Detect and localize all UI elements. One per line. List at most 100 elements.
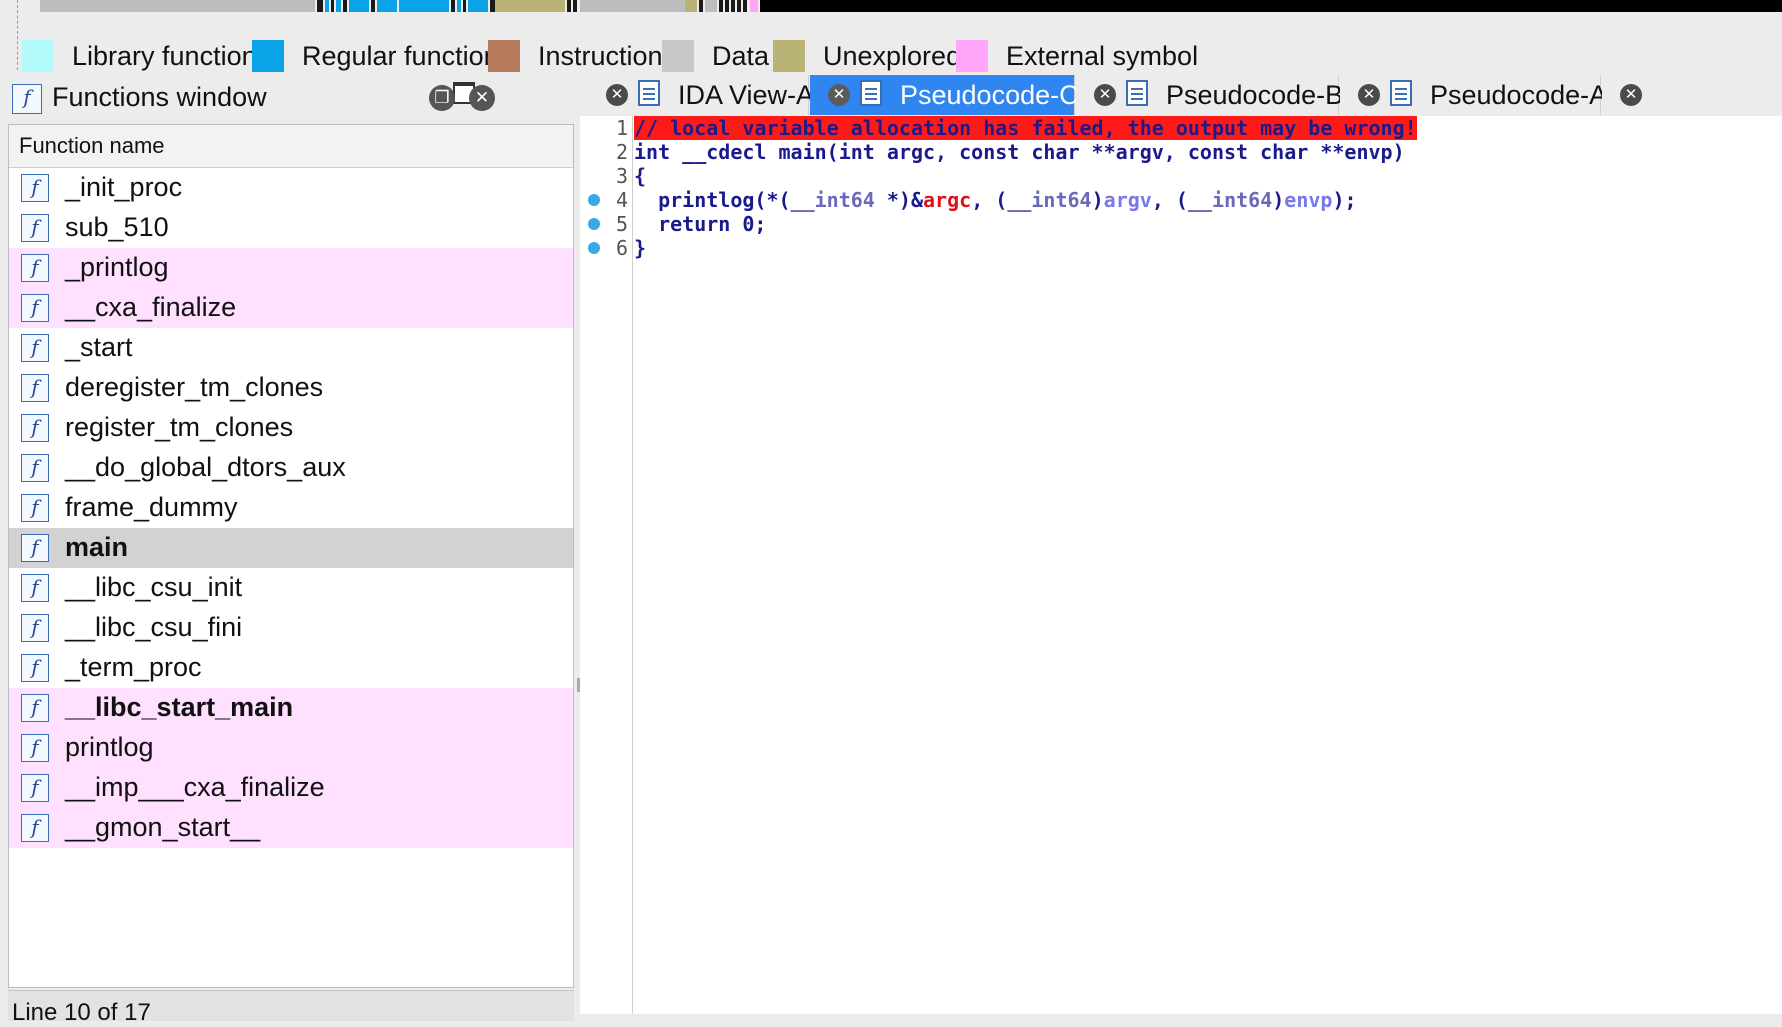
function-row[interactable]: f deregister_tm_clones [9,368,573,408]
function-name: printlog [65,732,154,762]
function-row[interactable]: f _printlog [9,248,573,288]
tab-pseudocode-a[interactable]: ✕ Pseudocode-A [1340,75,1607,115]
function-row[interactable]: f __libc_csu_init [9,568,573,608]
function-icon: f [21,614,49,642]
code-text: int __cdecl main(int argc, const char **… [634,140,1405,164]
legend-swatch [22,40,54,72]
function-name: __imp___cxa_finalize [65,772,325,802]
function-icon: f [21,574,49,602]
function-name: frame_dummy [65,492,238,522]
function-row[interactable]: f __cxa_finalize [9,288,573,328]
status-bar: Line 10 of 17 [8,990,574,1026]
close-tab-icon[interactable]: ✕ [1358,84,1380,106]
navigation-band-segment [725,0,729,12]
tab-pseudocode-b[interactable]: ✕ Pseudocode-B [1076,75,1343,115]
function-row[interactable]: f __libc_csu_fini [9,608,573,648]
navigation-band-segment [331,0,334,12]
legend-swatch [488,40,520,72]
navigation-band-segment [580,0,685,12]
navigation-band-track[interactable] [40,0,1782,12]
document-icon [638,80,660,106]
navigation-band-segment [760,0,1782,12]
line-number: 1 [615,116,628,140]
code-text: { [634,164,647,188]
column-header-function-name[interactable]: Function name [9,125,573,168]
function-name: __cxa_finalize [65,292,237,322]
close-tab-icon[interactable]: ✕ [1094,84,1116,106]
function-name: main [65,532,129,562]
line-number: 4 [615,188,628,212]
tab-label: IDA View-A [678,80,815,110]
legend-item: Library function [22,40,257,72]
legend-item: Instruction [488,40,663,72]
navigation-band-segment [349,0,369,12]
legend-label: Library function [72,40,257,71]
function-row[interactable]: f sub_510 [9,208,573,248]
functions-window-titlebar: f Functions window ❐ ✕ [8,78,574,120]
function-row[interactable]: f _start [9,328,573,368]
breakpoint-marker-icon[interactable] [588,242,600,254]
functions-table[interactable]: Function name f _init_proc f sub_510 f _print… [8,124,574,988]
tab-label: Pseudocode-A [1430,80,1608,110]
function-row[interactable]: f __do_global_dtors_aux [9,448,573,488]
function-name: _start [65,332,133,362]
function-row[interactable]: f __imp___cxa_finalize [9,768,573,808]
function-name: __libc_start_main [65,692,294,722]
code-line[interactable]: 3{ [580,164,1782,188]
tab-ida view-a[interactable]: ✕ IDA View-A [588,75,814,115]
function-row[interactable]: f _term_proc [9,648,573,688]
navigation-band-segment [573,0,577,12]
function-icon: f [21,814,49,842]
code-text: return 0; [634,212,767,236]
breakpoint-marker-icon[interactable] [588,218,600,230]
navigation-band-segment [371,0,375,12]
function-icon: f [21,174,49,202]
close-tab-icon[interactable]: ✕ [828,84,850,106]
code-line[interactable]: 6} [580,236,1782,260]
tab-overflow[interactable]: ✕ [1602,75,1782,115]
breakpoint-marker-icon[interactable] [588,194,600,206]
navigation-band[interactable] [0,0,1782,70]
line-number: 5 [615,212,628,236]
function-row[interactable]: f frame_dummy [9,488,573,528]
code-text: } [634,236,647,260]
restore-button[interactable]: ❐ [429,85,455,111]
navigation-band-segment [325,0,329,12]
pseudocode-view[interactable]: 1// local variable allocation has failed… [580,116,1782,1014]
navigation-band-segment [685,0,697,12]
function-row[interactable]: f __libc_start_main [9,688,573,728]
code-text: // local variable allocation has failed,… [634,116,1417,140]
function-name: sub_510 [65,212,169,242]
function-icon: f [21,294,49,322]
legend-swatch [252,40,284,72]
line-number: 2 [615,140,628,164]
function-row[interactable]: f register_tm_clones [9,408,573,448]
function-row[interactable]: f _init_proc [9,168,573,208]
code-line[interactable]: 4 printlog(*(__int64 *)&argc, (__int64)a… [580,188,1782,212]
legend-label: External symbol [1006,40,1199,71]
code-line[interactable]: 1// local variable allocation has failed… [580,116,1782,140]
navigation-band-segment [705,0,717,12]
function-row[interactable]: f printlog [9,728,573,768]
navigation-band-segment [737,0,741,12]
function-row[interactable]: f main [9,528,573,568]
legend-item: Unexplored [773,40,961,72]
navigation-band-segment [750,0,758,12]
navigation-band-segment [463,0,466,12]
close-button[interactable]: ✕ [469,85,495,111]
close-tab-icon[interactable]: ✕ [606,84,628,106]
function-row[interactable]: f __gmon_start__ [9,808,573,848]
tab-label: Pseudocode-B [1166,80,1344,110]
code-text: printlog(*(__int64 *)&argc, (__int64)arg… [634,188,1357,212]
line-number: 3 [615,164,628,188]
navigation-band-segment [457,0,461,12]
navigation-band-segment [731,0,735,12]
close-tab-icon[interactable]: ✕ [1620,84,1642,106]
legend: Library function Regular function Instruct… [0,40,1782,74]
code-line[interactable]: 5 return 0; [580,212,1782,236]
code-line[interactable]: 2 int __cdecl main(int argc, const char *… [580,140,1782,164]
function-icon: f [21,734,49,762]
navigation-band-segment [317,0,323,12]
tab-pseudocode-c[interactable]: ✕ Pseudocode-C [810,75,1079,115]
navigation-band-segment [468,0,488,12]
